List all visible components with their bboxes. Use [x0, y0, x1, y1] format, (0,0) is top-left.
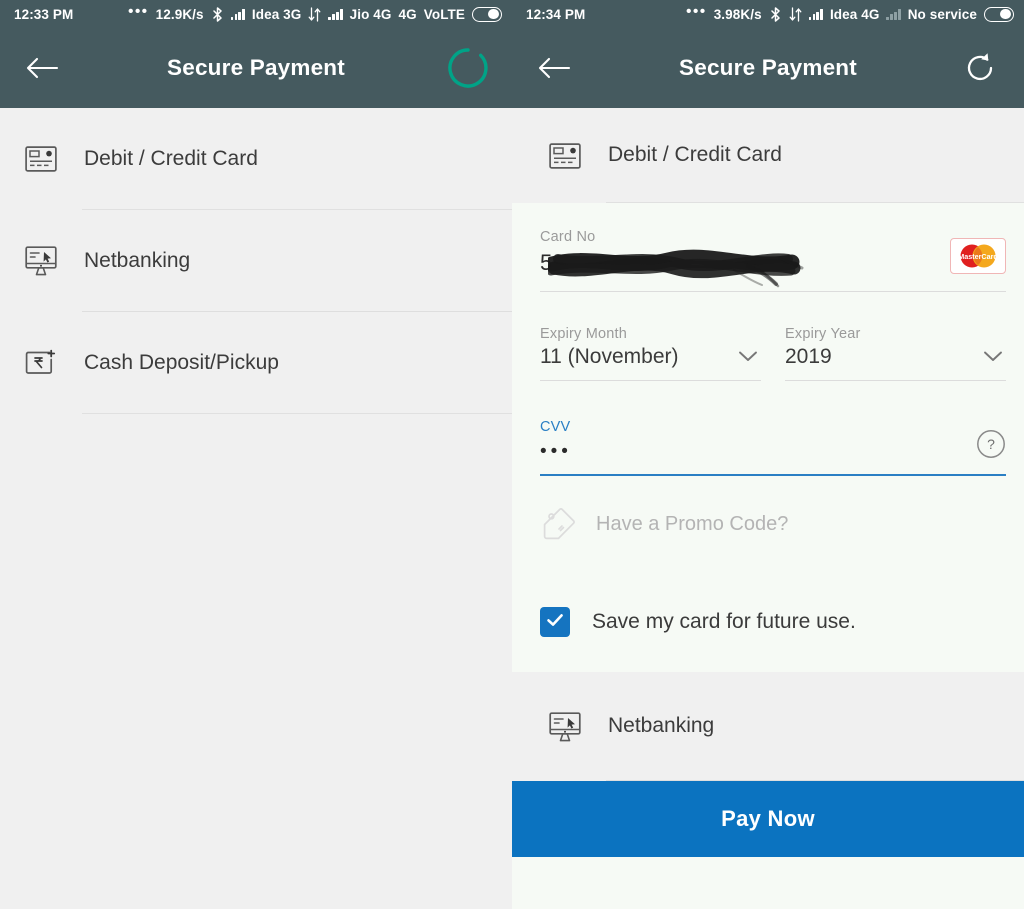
page-title: Secure Payment [167, 55, 345, 80]
payment-method-debit-credit-card[interactable]: Debit / Credit Card [0, 108, 512, 210]
payment-method-cash-deposit-pickup[interactable]: Cash Deposit/Pickup [0, 312, 512, 414]
payment-method-label: Cash Deposit/Pickup [82, 312, 512, 414]
cvv-label: CVV [540, 419, 571, 435]
mastercard-logo: MasterCard [950, 238, 1006, 274]
expiry-year-label: Expiry Year [785, 326, 861, 342]
expiry-fields: Expiry Month 11 (November) Expiry Year 2… [512, 292, 1024, 381]
signal-bars-icon [808, 8, 823, 20]
signal-bars-no-service-icon [886, 8, 901, 20]
battery-icon [472, 6, 502, 22]
overflow-dots-icon: ••• [128, 3, 149, 20]
data-transfer-icon [789, 6, 802, 22]
status-time: 12:33 PM [14, 6, 74, 22]
signal-bars-icon [328, 8, 343, 20]
promo-code-placeholder: Have a Promo Code? [596, 512, 789, 535]
chevron-down-icon[interactable] [980, 343, 1006, 369]
payment-method-netbanking[interactable]: Netbanking [512, 672, 1024, 781]
payment-method-list: Debit / Credit Card Netbanking Cash Depo… [0, 108, 512, 414]
status-bar-right: 12:34 PM ••• 3.98K/s Idea 4G No service [512, 0, 1024, 28]
expiry-month-label: Expiry Month [540, 326, 628, 342]
network-speed-label: 12.9K/s [155, 6, 204, 22]
credit-card-icon [18, 146, 64, 172]
data-transfer-icon [308, 6, 321, 22]
save-card-checkbox[interactable] [540, 607, 570, 637]
battery-icon [984, 6, 1014, 22]
cash-deposit-rupee-icon [18, 349, 64, 377]
monitor-netbanking-icon [18, 246, 64, 276]
status-bar-left: 12:33 PM ••• 12.9K/s Idea 3G Jio 4G 4G V… [0, 0, 512, 28]
dual-screenshot-stage: 12:33 PM ••• 12.9K/s Idea 3G Jio 4G 4G V… [0, 0, 1024, 909]
chevron-down-icon[interactable] [735, 343, 761, 369]
card-number-label: Card No [540, 229, 596, 245]
overflow-dots-icon: ••• [686, 3, 707, 20]
page-title: Secure Payment [679, 55, 857, 80]
expiry-month-select[interactable]: Expiry Month 11 (November) [540, 326, 785, 381]
svg-text:MasterCard: MasterCard [958, 252, 998, 261]
back-arrow-icon[interactable] [534, 48, 574, 88]
status-time: 12:34 PM [526, 6, 586, 22]
save-card-label: Save my card for future use. [592, 610, 856, 633]
promo-code-row[interactable]: Have a Promo Code? [512, 476, 1024, 572]
network-speed-label: 3.98K/s [713, 6, 762, 22]
loading-spinner-icon [446, 46, 490, 90]
signal-bars-icon [230, 8, 245, 20]
payment-method-label: Debit / Credit Card [82, 108, 512, 210]
card-number-field[interactable]: Card No 5 MasterCard [512, 203, 1024, 292]
payment-method-label: Netbanking [606, 672, 1024, 781]
pay-now-button[interactable]: Pay Now [512, 781, 1024, 857]
app-bar-right: Secure Payment [512, 28, 1024, 108]
expiry-month-value: 11 (November) [540, 345, 679, 368]
card-details-form: Card No 5 MasterCard Expiry Month 11 (No… [512, 203, 1024, 672]
selected-method-label: Debit / Credit Card [606, 108, 1024, 203]
promo-tag-icon [538, 507, 580, 541]
carrier-one-label: Idea 4G [829, 6, 880, 22]
carrier-two-label: No service [907, 6, 977, 22]
right-screenshot-panel: 12:34 PM ••• 3.98K/s Idea 4G No service [512, 0, 1024, 909]
card-number-redaction: 5 [540, 246, 938, 288]
credit-card-icon [542, 142, 588, 169]
refresh-icon[interactable] [958, 46, 1002, 90]
cvv-underline [540, 474, 1006, 476]
expiry-year-value: 2019 [785, 345, 832, 368]
payment-method-label: Netbanking [82, 210, 512, 312]
save-card-row[interactable]: Save my card for future use. [512, 572, 1024, 672]
bluetooth-icon [769, 6, 782, 22]
svg-text:?: ? [987, 436, 995, 452]
network-type-label: 4G [398, 6, 417, 22]
carrier-one-label: Idea 3G [251, 6, 302, 22]
left-screenshot-panel: 12:33 PM ••• 12.9K/s Idea 3G Jio 4G 4G V… [0, 0, 512, 909]
payment-method-netbanking[interactable]: Netbanking [0, 210, 512, 312]
bluetooth-icon [211, 6, 224, 22]
app-bar-left: Secure Payment [0, 28, 512, 108]
other-payment-methods: Netbanking [512, 672, 1024, 781]
monitor-netbanking-icon [542, 711, 588, 742]
expiry-year-select[interactable]: Expiry Year 2019 [785, 326, 1006, 381]
cvv-field[interactable]: CVV ••• ? [512, 381, 1024, 476]
carrier-two-label: Jio 4G [349, 6, 392, 22]
help-circle-icon[interactable]: ? [976, 429, 1006, 459]
cvv-value: ••• [540, 441, 572, 462]
selected-method-debit-credit-card[interactable]: Debit / Credit Card [512, 108, 1024, 203]
back-arrow-icon[interactable] [22, 48, 62, 88]
volte-label: VoLTE [423, 6, 465, 22]
checkmark-icon [545, 610, 565, 635]
